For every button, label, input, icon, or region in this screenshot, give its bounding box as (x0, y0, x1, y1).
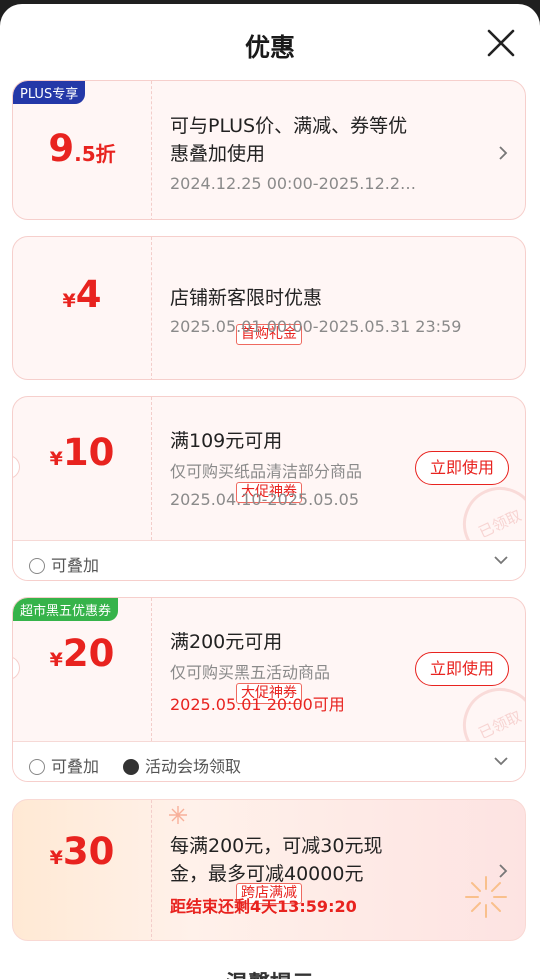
coupon-validity: 2025.04.10-2025.05.05 (170, 490, 359, 509)
use-now-button[interactable]: 立即使用 (415, 652, 509, 686)
coupon-amount: ¥4 (13, 273, 151, 316)
chevron-down-icon[interactable] (493, 554, 509, 566)
coupon-amount: ¥10 (13, 431, 151, 474)
coupon-scope: 仅可购买纸品清洁部分商品 (170, 462, 363, 481)
amount-value: 30 (62, 830, 115, 873)
coupon-validity: 2024.12.25 00:00-2025.12.2… (170, 174, 417, 193)
coupon-card-cross-store[interactable]: ¥30 跨店满减 每满200元，可减30元现 金，最多可减40000元 距结束还… (12, 799, 526, 941)
use-now-button[interactable]: 立即使用 (415, 451, 509, 485)
sparkle-icon (169, 806, 187, 824)
stack-icon (29, 558, 45, 574)
coupon-card-20: 超市黑五优惠券 ¥20 大促神券 满200元可用 仅可购买黑五活动商品 2025… (12, 597, 526, 782)
discount-value: 9.5折 (13, 127, 151, 170)
amount-value: 20 (62, 632, 115, 675)
currency-symbol: ¥ (62, 290, 76, 312)
stackable-label: 可叠加 (29, 552, 99, 576)
stackable-label: 可叠加 (29, 753, 99, 777)
coupon-threshold: 满200元可用 (170, 631, 283, 653)
coupon-amount: ¥20 (13, 632, 151, 675)
coupon-footer: 可叠加 (13, 540, 525, 580)
chevron-right-icon[interactable] (497, 862, 509, 880)
currency-symbol: ¥ (49, 649, 63, 671)
venue-text: 活动会场领取 (145, 757, 242, 776)
coupon-card-10: ¥10 大促神券 满109元可用 仅可购买纸品清洁部分商品 2025.04.10… (12, 396, 526, 581)
coupon-start-time: 2025.05.01 20:00可用 (170, 695, 345, 714)
discount-int: 9 (48, 127, 75, 170)
coupon-validity: 2025.05.01 00:00-2025.05.31 23:59 (170, 317, 462, 336)
coupon-sheet: 优惠 PLUS专享 9.5折 可与PLUS价、满减、券等优 惠叠加使用 2024… (0, 4, 540, 979)
coupon-title: 店铺新客限时优惠 (170, 287, 323, 309)
countdown-text: 距结束还剩4天13:59:20 (170, 897, 357, 916)
amount-value: 10 (62, 431, 115, 474)
sheet-header: 优惠 (0, 4, 540, 80)
tips-heading: 温馨提示 (0, 966, 540, 979)
promo-desc-1: 每满200元，可减30元现 (170, 835, 383, 857)
coupon-amount: ¥30 (13, 830, 151, 873)
stack-icon (29, 759, 45, 775)
discount-suffix: .5折 (74, 142, 116, 166)
coupon-scope: 仅可购买黑五活动商品 (170, 663, 331, 682)
currency-symbol: ¥ (49, 847, 63, 869)
venue-claim-label: 活动会场领取 (123, 753, 241, 777)
coupon-footer: 可叠加 活动会场领取 (13, 741, 525, 781)
chevron-down-icon[interactable] (493, 755, 509, 767)
venue-icon (123, 759, 139, 775)
plus-badge: PLUS专享 (13, 81, 86, 104)
chevron-right-icon[interactable] (497, 144, 509, 162)
coupon-desc-1: 可与PLUS价、满减、券等优 (170, 115, 408, 137)
black-friday-badge: 超市黑五优惠券 (13, 598, 119, 621)
coupon-desc-2: 惠叠加使用 (170, 143, 266, 165)
currency-symbol: ¥ (49, 448, 63, 470)
amount-value: 4 (75, 273, 102, 316)
coupon-card-new-customer[interactable]: ¥4 首购礼金 店铺新客限时优惠 2025.05.01 00:00-2025.0… (12, 236, 526, 380)
coupon-threshold: 满109元可用 (170, 430, 283, 452)
sheet-title: 优惠 (244, 33, 295, 62)
close-icon[interactable] (486, 28, 516, 58)
promo-desc-2: 金，最多可减40000元 (170, 863, 364, 885)
stackable-text: 可叠加 (51, 757, 100, 776)
stackable-text: 可叠加 (51, 556, 100, 575)
coupon-card-plus[interactable]: PLUS专享 9.5折 可与PLUS价、满减、券等优 惠叠加使用 2024.12… (12, 80, 526, 220)
